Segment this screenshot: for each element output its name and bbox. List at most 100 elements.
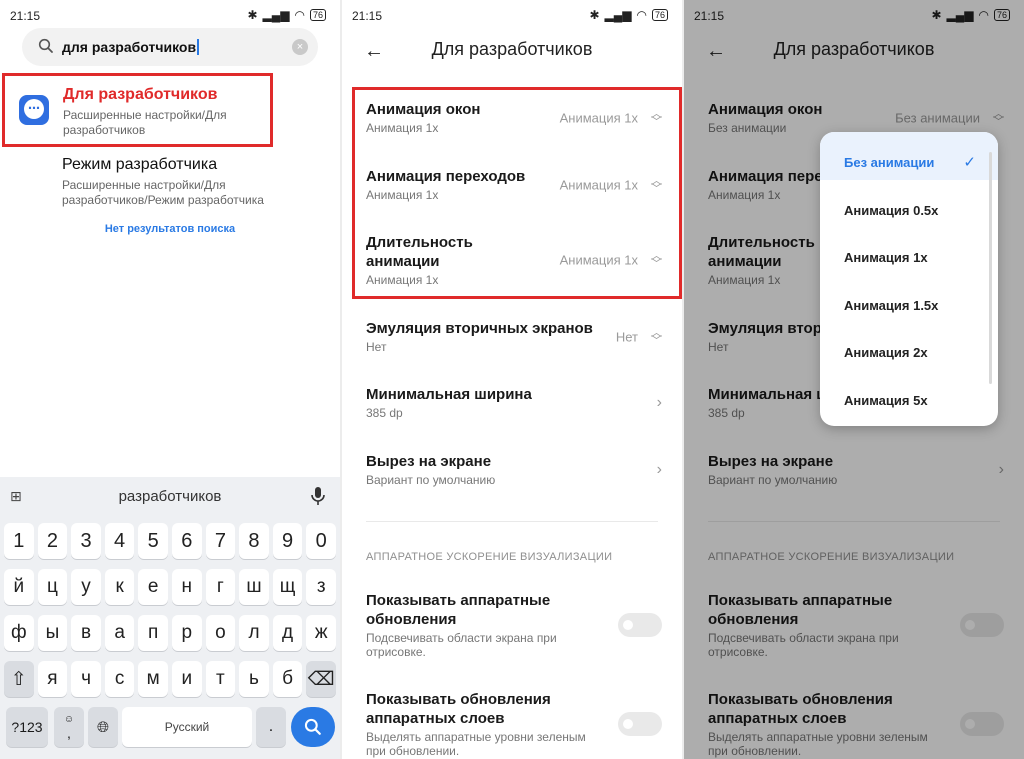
keyboard-row-numbers: 1 2 3 4 5 6 7 8 9 0 <box>0 523 340 559</box>
setting-value: Анимация 1x <box>559 252 638 268</box>
key[interactable]: ф <box>4 615 34 651</box>
chevron-right-icon: › <box>656 460 662 478</box>
key[interactable]: и <box>172 661 202 697</box>
wifi-icon: ◠ <box>636 8 647 22</box>
key[interactable]: 7 <box>205 523 236 559</box>
key[interactable]: ь <box>239 661 269 697</box>
setting-summary: Выделять аппаратные уровни зеленым при о… <box>366 730 586 758</box>
keyboard-suggestion-bar: ⊞ разработчиков <box>0 477 340 517</box>
key[interactable]: б <box>272 661 303 697</box>
keyboard: ⊞ разработчиков 1 2 3 4 5 6 7 8 9 0 й ц … <box>0 477 340 759</box>
key[interactable]: 8 <box>239 523 269 559</box>
backspace-key[interactable]: ⌫ <box>306 661 336 697</box>
microphone-icon[interactable] <box>306 484 330 508</box>
key[interactable]: 3 <box>71 523 101 559</box>
key[interactable]: п <box>138 615 168 651</box>
key[interactable]: й <box>4 569 34 605</box>
no-results-link[interactable]: Нет результатов поиска <box>0 223 340 235</box>
clear-icon[interactable]: × <box>292 39 308 55</box>
wifi-icon: ◠ <box>294 8 305 22</box>
comma-key[interactable]: ☺, <box>54 707 84 747</box>
bluetooth-icon: ✱ <box>589 8 600 22</box>
key[interactable]: ч <box>71 661 101 697</box>
setting-show-hw-layers[interactable]: Показывать обновления аппаратных слоев В… <box>366 690 662 758</box>
key[interactable]: с <box>104 661 135 697</box>
up-down-chevron-icon: ︿ ﹀ <box>651 107 662 128</box>
toggle-switch[interactable] <box>618 712 662 736</box>
option-animation-1-5x[interactable]: Анимация 1.5x <box>820 275 998 323</box>
key[interactable]: 5 <box>138 523 168 559</box>
text-cursor <box>197 39 200 55</box>
key[interactable]: 2 <box>37 523 68 559</box>
setting-summary: Подсвечивать области экрана при отрисовк… <box>366 631 557 659</box>
keyboard-row-1: й ц у к е н г ш щ з <box>0 569 340 605</box>
setting-label: Минимальная ширина <box>366 386 532 403</box>
key[interactable]: ц <box>37 569 68 605</box>
option-animation-5x[interactable]: Анимация 5x <box>820 370 998 418</box>
symbols-key[interactable]: ?123 <box>6 707 48 747</box>
setting-value: Анимация 1x <box>559 177 638 192</box>
key[interactable]: о <box>205 615 236 651</box>
section-title: АППАРАТНОЕ УСКОРЕНИЕ ВИЗУАЛИЗАЦИИ <box>366 551 613 563</box>
keyboard-row-3: ⇧ я ч с м и т ь б ⌫ <box>0 661 340 697</box>
emoji-icon: ☺ <box>63 713 75 725</box>
setting-minimum-width[interactable]: Минимальная ширина 385 dp › <box>366 385 662 420</box>
key[interactable]: щ <box>272 569 303 605</box>
key[interactable]: 1 <box>4 523 34 559</box>
search-input[interactable]: для разработчиков × <box>22 28 318 66</box>
developer-options-icon <box>19 95 49 125</box>
search-icon <box>304 718 321 735</box>
key[interactable]: д <box>272 615 303 651</box>
setting-label: Длительность анимации <box>366 234 473 270</box>
setting-label: Вырез на экране <box>366 453 492 470</box>
key[interactable]: у <box>71 569 101 605</box>
key[interactable]: 9 <box>272 523 303 559</box>
status-time: 21:15 <box>10 9 41 23</box>
option-animation-2x[interactable]: Анимация 2x <box>820 322 998 370</box>
key[interactable]: р <box>172 615 202 651</box>
search-key[interactable] <box>291 707 335 747</box>
key[interactable]: г <box>205 569 236 605</box>
suggestion-word[interactable]: разработчиков <box>0 488 340 505</box>
setting-summary: 385 dp <box>366 406 403 420</box>
globe-icon[interactable]: 🌐︎ <box>88 707 118 747</box>
option-animation-0-5x[interactable]: Анимация 0.5x <box>820 180 998 228</box>
key[interactable]: а <box>104 615 135 651</box>
option-no-animation[interactable]: Без анимации ✓ <box>820 132 998 180</box>
key[interactable]: н <box>172 569 202 605</box>
key[interactable]: ы <box>37 615 68 651</box>
key[interactable]: т <box>205 661 236 697</box>
setting-show-hw-updates[interactable]: Показывать аппаратные обновления Подсвеч… <box>366 591 662 659</box>
key[interactable]: в <box>71 615 101 651</box>
battery-icon: 76 <box>309 9 326 21</box>
toggle-switch[interactable] <box>618 613 662 637</box>
shift-key[interactable]: ⇧ <box>4 661 34 697</box>
key[interactable]: з <box>306 569 336 605</box>
period-key[interactable]: . <box>256 707 286 747</box>
key[interactable]: 4 <box>104 523 135 559</box>
key[interactable]: ж <box>306 615 336 651</box>
setting-transition-animation[interactable]: Анимация переходов Анимация 1x Анимация … <box>366 167 662 202</box>
setting-display-cutout[interactable]: Вырез на экране Вариант по умолчанию › <box>366 452 662 487</box>
key[interactable]: ш <box>239 569 269 605</box>
bluetooth-icon: ✱ <box>247 8 258 22</box>
animation-picker-screen: 21:15 ✱ ▂▄▆ ◠ 76 ← Для разработчиков Ани… <box>684 0 1024 759</box>
key[interactable]: 6 <box>172 523 202 559</box>
key[interactable]: я <box>37 661 68 697</box>
status-icons: ✱ ▂▄▆ ◠ 76 <box>589 8 668 22</box>
setting-window-animation[interactable]: Анимация окон Анимация 1x Анимация 1x ︿ ﹀ <box>366 100 662 135</box>
key[interactable]: 0 <box>306 523 336 559</box>
setting-label: Показывать обновления аппаратных слоев <box>366 691 551 727</box>
search-result-developer-options[interactable]: Для разработчиков Расширенные настройки/… <box>2 73 273 147</box>
scrollbar[interactable] <box>989 152 992 384</box>
key[interactable]: к <box>104 569 135 605</box>
space-key[interactable]: Русский <box>122 707 252 747</box>
key[interactable]: л <box>239 615 269 651</box>
setting-secondary-displays[interactable]: Эмуляция вторичных экранов Нет Нет ︿ ﹀ <box>366 319 662 354</box>
setting-animation-duration[interactable]: Длительность анимации Анимация 1x Анимац… <box>366 233 662 287</box>
key[interactable]: м <box>138 661 168 697</box>
key[interactable]: е <box>138 569 168 605</box>
option-label: Без анимации <box>844 155 935 170</box>
option-animation-1x[interactable]: Анимация 1x <box>820 227 998 275</box>
signal-icon: ▂▄▆ <box>262 8 290 22</box>
